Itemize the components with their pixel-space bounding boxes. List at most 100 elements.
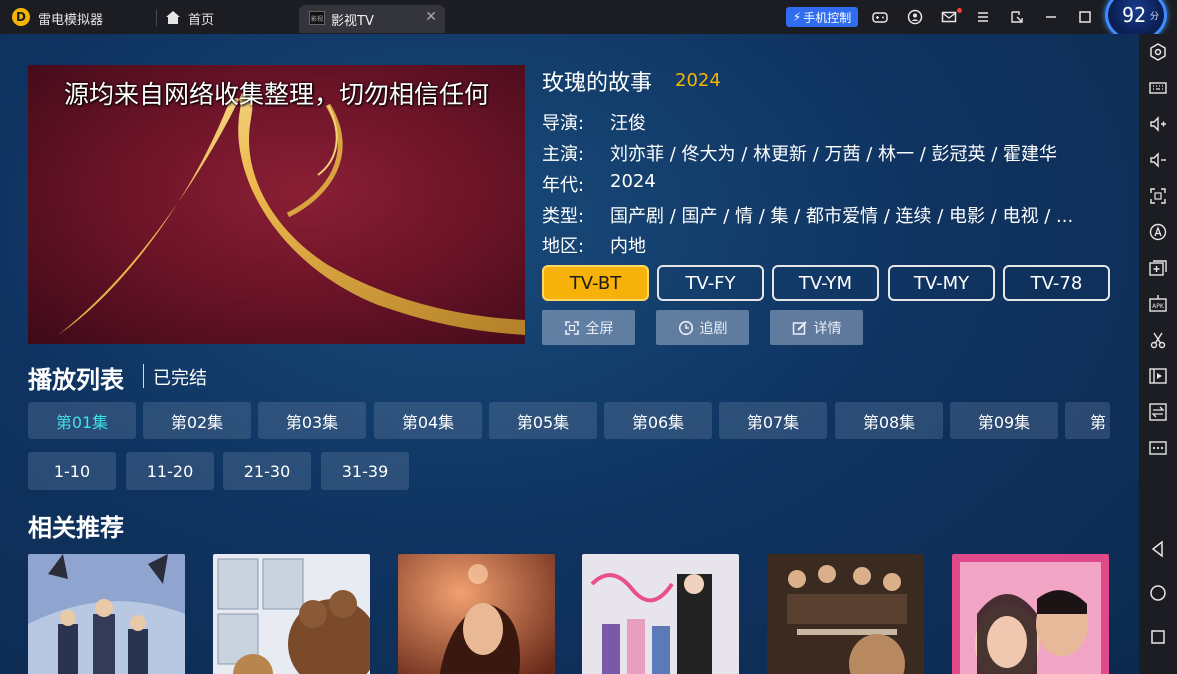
notification-dot — [957, 8, 962, 13]
follow-label: 追剧 — [699, 320, 728, 337]
video-record-icon[interactable] — [1148, 366, 1168, 386]
home-tab[interactable]: 首页 — [188, 9, 214, 28]
poster-image — [582, 554, 739, 674]
show-title: 玫瑰的故事 — [542, 71, 653, 96]
phone-control-button[interactable]: ⚡ 手机控制 — [786, 7, 858, 27]
source-tv-my[interactable]: TV-MY — [888, 265, 995, 301]
window-shrink-icon[interactable] — [1009, 9, 1025, 25]
source-tv-78[interactable]: TV-78 — [1003, 265, 1110, 301]
related-title: 相关推荐 — [28, 514, 124, 542]
volume-down-icon[interactable] — [1148, 150, 1168, 170]
edit-icon — [792, 320, 807, 335]
svg-text:APK: APK — [1152, 303, 1165, 310]
keyboard-icon[interactable] — [1148, 78, 1168, 98]
mail-icon[interactable] — [941, 9, 957, 25]
scissors-icon[interactable] — [1148, 330, 1168, 350]
source-tv-bt[interactable]: TV-BT — [542, 265, 649, 301]
episode-item[interactable]: 第06集 — [604, 402, 712, 439]
playlist-title: 播放列表 — [28, 366, 124, 394]
video-player[interactable]: 源均来自网络收集整理，切勿相信任何 — [28, 65, 525, 344]
meta-region: 地区: 内地 — [542, 232, 646, 258]
main-content: 源均来自网络收集整理，切勿相信任何 玫瑰的故事 2024 导演: 汪俊 主演: 刘亦… — [0, 34, 1139, 674]
apk-install-icon[interactable]: APK — [1148, 294, 1168, 314]
episode-item[interactable]: 第01集 — [28, 402, 136, 439]
minimize-icon[interactable] — [1043, 9, 1059, 25]
related-poster[interactable] — [398, 554, 555, 674]
related-poster[interactable] — [28, 554, 185, 674]
app-name: 雷电模拟器 — [38, 13, 104, 28]
emulator-sidebar: APK — [1139, 34, 1177, 674]
details-button[interactable]: 详情 — [770, 310, 863, 345]
meta-value: 汪俊 — [610, 113, 646, 134]
episode-item[interactable]: 第03集 — [258, 402, 366, 439]
meta-label: 类型: — [542, 206, 585, 227]
more-icon[interactable] — [1148, 438, 1168, 458]
meta-director: 导演: 汪俊 — [542, 109, 646, 135]
auto-script-icon[interactable] — [1148, 222, 1168, 242]
close-icon[interactable]: ✕ — [425, 9, 437, 25]
episode-item[interactable]: 第02集 — [143, 402, 251, 439]
fullscreen-icon — [564, 320, 579, 335]
meta-label: 主演: — [542, 144, 585, 165]
source-tv-ym[interactable]: TV-YM — [772, 265, 879, 301]
episode-item[interactable]: 第07集 — [719, 402, 827, 439]
episode-range[interactable]: 31-39 — [321, 452, 409, 490]
poster-image — [213, 554, 370, 674]
episode-item[interactable]: 第04集 — [374, 402, 482, 439]
account-icon[interactable] — [907, 9, 923, 25]
home-icon[interactable] — [165, 10, 181, 25]
clock-icon — [678, 320, 693, 335]
related-poster[interactable] — [767, 554, 924, 674]
tab-app-icon: 影视 — [309, 11, 325, 25]
meta-genre: 类型: 国产剧 / 国产 / 情 / 集 / 都市爱情 / 连续 / 电影 / 电… — [542, 202, 1073, 228]
leidian-logo-icon: D — [12, 8, 30, 26]
phone-control-label: 手机控制 — [803, 10, 852, 25]
related-poster[interactable] — [213, 554, 370, 674]
settings-hex-icon[interactable] — [1148, 42, 1168, 62]
related-poster[interactable] — [952, 554, 1109, 674]
screenshot-icon[interactable] — [1148, 186, 1168, 206]
tab-label: 影视TV — [331, 14, 374, 29]
poster-image — [952, 554, 1109, 674]
related-poster[interactable] — [582, 554, 739, 674]
source-tv-fy[interactable]: TV-FY — [657, 265, 764, 301]
back-icon[interactable] — [1148, 539, 1168, 559]
menu-icon[interactable] — [975, 9, 991, 25]
gamepad-icon[interactable] — [872, 9, 888, 25]
episode-item[interactable]: 第05集 — [489, 402, 597, 439]
meta-value: 内地 — [610, 236, 646, 257]
meta-label: 导演: — [542, 113, 585, 134]
volume-up-icon[interactable] — [1148, 114, 1168, 134]
meta-value: 刘亦菲 / 佟大为 / 林更新 / 万茜 / 林一 / 彭冠英 / 霍建华 — [610, 144, 1058, 165]
episode-item[interactable]: 第08集 — [835, 402, 943, 439]
meta-label: 年代: — [542, 175, 585, 196]
fullscreen-label: 全屏 — [585, 320, 614, 337]
titlebar-divider — [156, 10, 157, 26]
video-caption: 源均来自网络收集整理，切勿相信任何 — [63, 80, 489, 109]
lightning-icon: ⚡ — [792, 10, 802, 24]
poster-image — [28, 554, 185, 674]
performance-score: 92 — [1122, 3, 1147, 27]
meta-label: 地区: — [542, 236, 585, 257]
home-circle-icon[interactable] — [1148, 583, 1168, 603]
multi-instance-icon[interactable] — [1148, 258, 1168, 278]
details-label: 详情 — [813, 320, 842, 337]
episode-range[interactable]: 11-20 — [126, 452, 214, 490]
episode-range[interactable]: 1-10 — [28, 452, 116, 490]
fullscreen-button[interactable]: 全屏 — [542, 310, 635, 345]
episode-item[interactable]: 第 — [1065, 402, 1110, 439]
meta-year: 年代: 2024 — [542, 171, 656, 197]
meta-cast: 主演: 刘亦菲 / 佟大为 / 林更新 / 万茜 / 林一 / 彭冠英 / 霍建华 — [542, 140, 1057, 166]
poster-image — [767, 554, 924, 674]
playlist-status: 已完结 — [153, 368, 207, 389]
episode-item[interactable]: 第09集 — [950, 402, 1058, 439]
tab-yingshi-tv[interactable]: 影视 影视TV ✕ — [299, 5, 445, 33]
sync-icon[interactable] — [1148, 402, 1168, 422]
title-bar: D 雷电模拟器 首页 影视 影视TV ✕ ⚡ 手机控制 92 分 — [0, 0, 1177, 42]
follow-button[interactable]: 追剧 — [656, 310, 749, 345]
meta-value: 2024 — [610, 171, 656, 192]
recent-apps-icon[interactable] — [1148, 627, 1168, 647]
episode-range[interactable]: 21-30 — [223, 452, 311, 490]
maximize-icon[interactable] — [1077, 9, 1093, 25]
meta-value: 国产剧 / 国产 / 情 / 集 / 都市爱情 / 连续 / 电影 / 电视 /… — [610, 206, 1074, 227]
